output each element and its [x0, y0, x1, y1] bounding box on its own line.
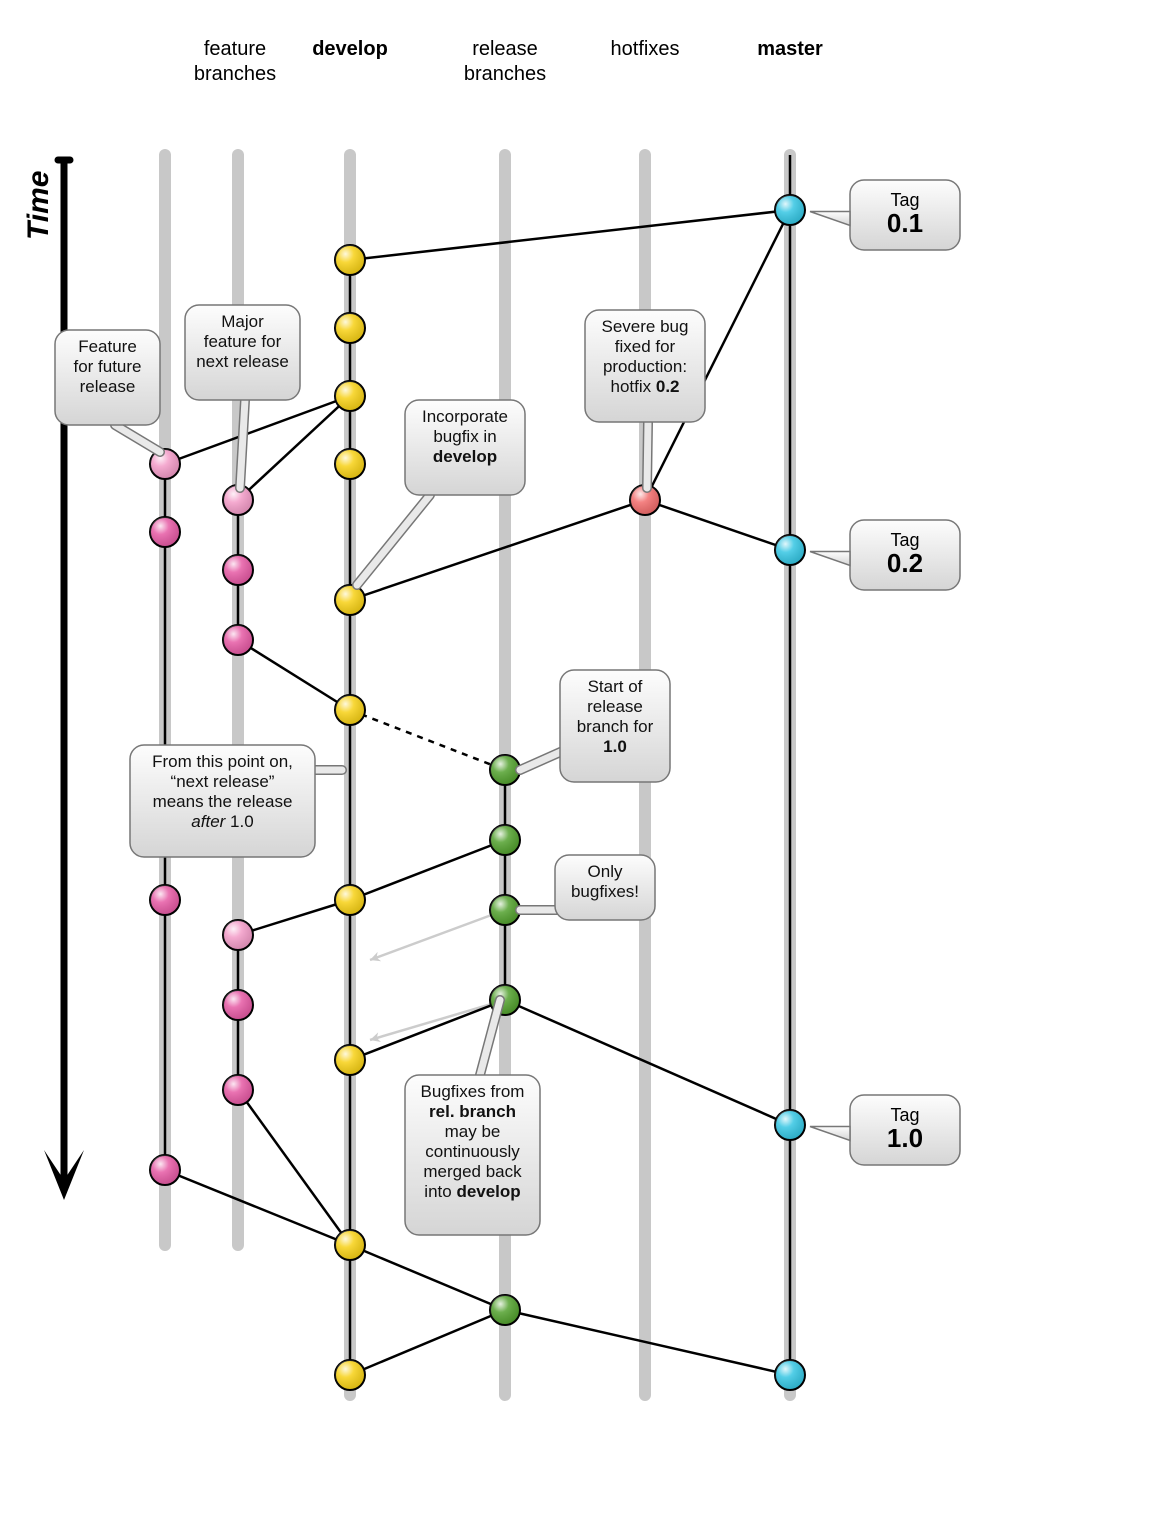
- tag-label: Tag: [890, 530, 919, 550]
- callout-feature-future-line-0: Feature: [78, 337, 137, 356]
- tags: Tag0.1Tag0.2Tag1.0: [810, 180, 960, 1165]
- time-label: Time: [22, 171, 55, 240]
- featureA-commit: [150, 1155, 180, 1185]
- develop-commit: [335, 1230, 365, 1260]
- master-commit-0.2: [775, 535, 805, 565]
- callout-severe-bug-line-0: Severe bug: [602, 317, 689, 336]
- master-commit-1.0: [775, 1110, 805, 1140]
- callout-incorporate-bugfix-line-0: Incorporate: [422, 407, 508, 426]
- develop-commit-merge-hotfix: [335, 585, 365, 615]
- callout-major-feature-line-1: feature for: [204, 332, 282, 351]
- develop-commit: [335, 313, 365, 343]
- tag-value: 0.2: [887, 548, 923, 578]
- edge-r4-ghost2: [370, 1000, 505, 1040]
- develop-commit: [335, 245, 365, 275]
- callout-release-start-line-0: Start of: [588, 677, 643, 696]
- callout-incorporate-bugfix-line-2: develop: [433, 447, 497, 466]
- featureB-commit: [223, 625, 253, 655]
- edge-r2-d7: [350, 840, 505, 900]
- callout-severe-bug-line-2: production:: [603, 357, 687, 376]
- release-commit: [490, 825, 520, 855]
- tag-0.1: Tag0.1: [810, 180, 960, 250]
- tag-label: Tag: [890, 1105, 919, 1125]
- edge-d7-f3a: [238, 900, 350, 935]
- gitflow-diagram: Time featurebranchesdevelopreleasebranch…: [0, 0, 1150, 1524]
- edge-f2c-d6: [238, 640, 350, 710]
- callout-release-start-line-1: release: [587, 697, 643, 716]
- callout-release-start-line-3: 1.0: [603, 737, 627, 756]
- callout-bugfixes-merge: Bugfixes fromrel. branchmay becontinuous…: [405, 1000, 540, 1235]
- callout-feature-future-line-2: release: [80, 377, 136, 396]
- edge-m0-d1: [350, 210, 790, 260]
- featureC-commit: [223, 920, 253, 950]
- lane-labels: feature branches develop release branches hot…: [194, 38, 823, 85]
- lane-label-release-2: branches: [464, 63, 546, 85]
- featureA-commit: [150, 885, 180, 915]
- time-axis: Time: [22, 160, 84, 1200]
- callout-bugfixes-merge-line-4: merged back: [423, 1162, 522, 1181]
- develop-commit: [335, 1360, 365, 1390]
- callout-from-this-point-line-2: means the release: [153, 792, 293, 811]
- edge-d3-f2a: [238, 396, 350, 500]
- callout-bugfixes-merge-line-5: into develop: [424, 1182, 520, 1201]
- callout-bugfixes-merge-line-1: rel. branch: [429, 1102, 516, 1121]
- callout-major-feature: Majorfeature fornext release: [185, 305, 300, 488]
- lane-label-release: release: [472, 38, 538, 60]
- callout-from-this-point: From this point on,“next release”means t…: [130, 745, 342, 857]
- develop-commit-merge-feature: [335, 695, 365, 725]
- edge-r5-d10: [350, 1310, 505, 1375]
- featureB-commit: [223, 555, 253, 585]
- tag-0.2: Tag0.2: [810, 520, 960, 590]
- tag-value: 0.1: [887, 208, 923, 238]
- callout-feature-future: Featurefor futurerelease: [55, 330, 160, 452]
- callout-incorporate-bugfix-line-1: bugfix in: [433, 427, 496, 446]
- develop-commit: [335, 381, 365, 411]
- release-commit: [490, 1295, 520, 1325]
- callout-from-this-point-line-0: From this point on,: [152, 752, 293, 771]
- callout-from-this-point-line-3: after 1.0: [191, 812, 253, 831]
- callout-release-start: Start ofreleasebranch for1.0: [520, 670, 670, 782]
- callout-only-bugfixes-line-0: Only: [588, 862, 623, 881]
- featureC-commit: [223, 990, 253, 1020]
- callout-severe-bug: Severe bugfixed forproduction:hotfix 0.2: [585, 310, 705, 488]
- callout-bugfixes-merge-line-0: Bugfixes from: [421, 1082, 525, 1101]
- featureC-commit: [223, 1075, 253, 1105]
- lane-label-master: master: [757, 38, 823, 60]
- develop-commit: [335, 1045, 365, 1075]
- edge-d3-f1a: [165, 396, 350, 464]
- master-commit-initial: [775, 195, 805, 225]
- callout-feature-future-line-1: for future: [73, 357, 141, 376]
- lane-label-hotfix: hotfixes: [611, 38, 680, 60]
- edge-r3-ghost1: [370, 910, 505, 960]
- callout-severe-bug-line-3: hotfix 0.2: [611, 377, 680, 396]
- callout-only-bugfixes-line-1: bugfixes!: [571, 882, 639, 901]
- callout-from-this-point-line-1: “next release”: [171, 772, 275, 791]
- edge-h1-d5: [350, 500, 645, 600]
- lane-label-develop: develop: [312, 38, 388, 60]
- callout-severe-bug-line-1: fixed for: [615, 337, 676, 356]
- callout-bugfixes-merge-line-3: continuously: [425, 1142, 520, 1161]
- callout-bugfixes-merge-line-2: may be: [445, 1122, 501, 1141]
- callout-only-bugfixes: Onlybugfixes!: [520, 855, 655, 920]
- tag-1.0: Tag1.0: [810, 1095, 960, 1165]
- callout-release-start-line-2: branch for: [577, 717, 654, 736]
- callout-major-feature-line-2: next release: [196, 352, 289, 371]
- tag-label: Tag: [890, 190, 919, 210]
- lane-label-feature: feature: [204, 38, 266, 60]
- lane-label-feature-2: branches: [194, 63, 276, 85]
- edge-d6-r1: [350, 710, 505, 770]
- develop-commit: [335, 885, 365, 915]
- callouts: Featurefor futurereleaseMajorfeature for…: [55, 305, 705, 1235]
- master-commit: [775, 1360, 805, 1390]
- develop-commit: [335, 449, 365, 479]
- edge-d9-r5: [350, 1245, 505, 1310]
- tag-value: 1.0: [887, 1123, 923, 1153]
- featureA-commit: [150, 517, 180, 547]
- callout-major-feature-line-0: Major: [221, 312, 264, 331]
- edge-h1-m1: [645, 500, 790, 550]
